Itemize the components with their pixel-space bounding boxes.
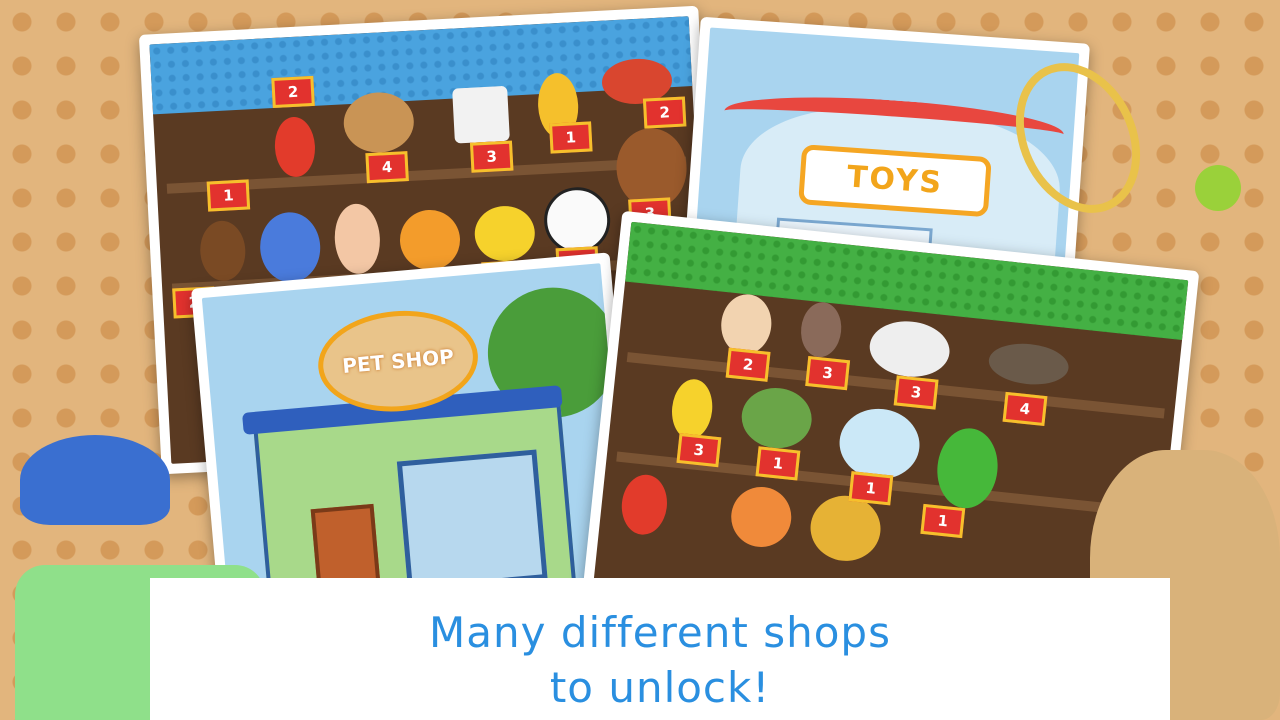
beach-ball-toy[interactable] — [398, 208, 462, 272]
guinea-pig-pet[interactable] — [866, 317, 953, 381]
price-tag: 3 — [469, 140, 514, 173]
pet-store-card[interactable]: PET SHOP — [190, 252, 640, 628]
rubber-duck-toy[interactable] — [473, 204, 537, 263]
mouse-pet[interactable] — [798, 300, 844, 360]
kitten-pet[interactable] — [728, 483, 795, 550]
pet-window — [396, 449, 548, 592]
hamster-pet[interactable] — [718, 291, 775, 357]
pet-store-scene: PET SHOP — [201, 263, 629, 617]
monkey-toy[interactable] — [198, 219, 247, 282]
turtle-pet[interactable] — [738, 384, 815, 452]
price-tag: 3 — [805, 356, 851, 391]
price-tag: 2 — [725, 347, 771, 382]
caption-line-2: to unlock! — [549, 663, 771, 712]
price-tag: 2 — [642, 96, 687, 129]
price-tag: 3 — [893, 375, 939, 410]
price-tag: 1 — [206, 179, 251, 212]
caption-line-1: Many different shops — [429, 608, 891, 657]
price-tag: 4 — [1002, 391, 1048, 427]
abc-blocks-toy[interactable] — [452, 85, 510, 144]
parrot-toy[interactable] — [273, 115, 317, 178]
caption-banner: Many different shops to unlock! — [150, 578, 1170, 720]
price-tag: 3 — [676, 432, 722, 468]
ferret-pet[interactable] — [986, 340, 1071, 389]
price-tag: 1 — [549, 121, 593, 154]
price-tag: 1 — [848, 471, 894, 506]
canary-pet[interactable] — [669, 377, 716, 442]
parrot-pet[interactable] — [618, 472, 670, 537]
soccer-ball-toy[interactable] — [542, 185, 612, 255]
blue-wall — [149, 16, 693, 115]
tennis-ball-icon — [1195, 165, 1241, 211]
blue-cap-icon — [20, 435, 170, 525]
doll-toy[interactable] — [333, 202, 382, 275]
price-tag: 4 — [365, 151, 409, 184]
price-tag: 2 — [271, 75, 315, 109]
price-tag: 1 — [755, 446, 801, 481]
elephant-toy[interactable] — [258, 210, 322, 284]
goldfish-bowl[interactable] — [836, 404, 923, 483]
price-tag: 1 — [920, 503, 966, 539]
